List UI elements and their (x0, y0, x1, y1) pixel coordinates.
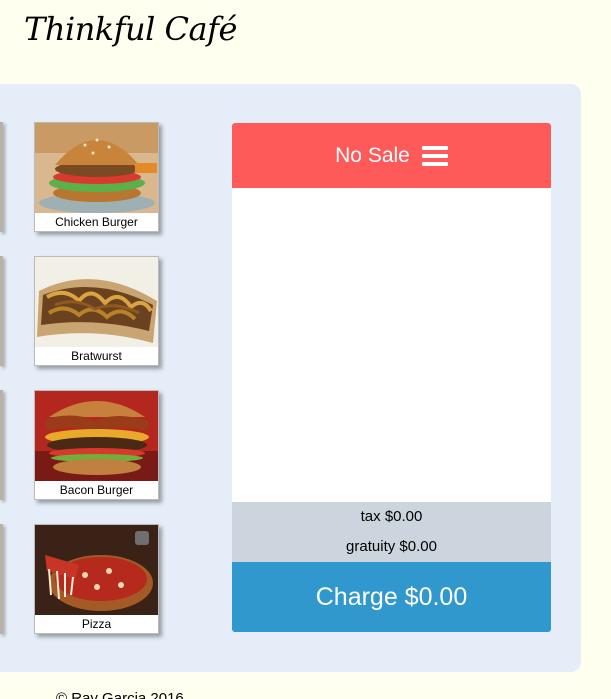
menu-tile-partial[interactable] (0, 524, 3, 634)
bacon-burger-image (35, 391, 158, 481)
order-totals: tax $0.00 gratuity $0.00 (232, 502, 551, 562)
menu-item-label: Pizza (81, 617, 112, 631)
menu-tile-partial[interactable] (0, 122, 3, 232)
menu-item-chicken-burger[interactable]: Chicken Burger (34, 122, 159, 232)
menu-item-label: Bratwurst (71, 349, 122, 363)
tax-total: tax $0.00 (360, 508, 423, 525)
menu-icon[interactable] (421, 145, 448, 166)
copyright-footer: © Ray Garcia 2016 (56, 690, 184, 699)
menu-tile-partial[interactable] (0, 256, 3, 366)
menu-item-bratwurst[interactable]: Bratwurst (34, 256, 159, 366)
pizza-image (35, 525, 158, 615)
app-title: Thinkful Café (24, 10, 237, 48)
order-items-list (232, 188, 551, 502)
chicken-burger-image (35, 123, 158, 213)
menu-tile-partial[interactable] (0, 390, 3, 500)
bratwurst-image (35, 257, 158, 347)
no-sale-button[interactable]: No Sale (232, 123, 551, 188)
charge-button[interactable]: Charge $0.00 (232, 562, 551, 632)
menu-item-label: Bacon Burger (59, 483, 134, 497)
menu-item-pizza[interactable]: Pizza (34, 524, 159, 634)
menu-item-label: Chicken Burger (55, 215, 138, 229)
menu-item-bacon-burger[interactable]: Bacon Burger (34, 390, 159, 500)
order-header-label: No Sale (335, 143, 410, 167)
order-panel: No Sale tax $0.00 gratuity $0.00 Charge … (232, 123, 551, 632)
gratuity-total: gratuity $0.00 (346, 538, 437, 555)
